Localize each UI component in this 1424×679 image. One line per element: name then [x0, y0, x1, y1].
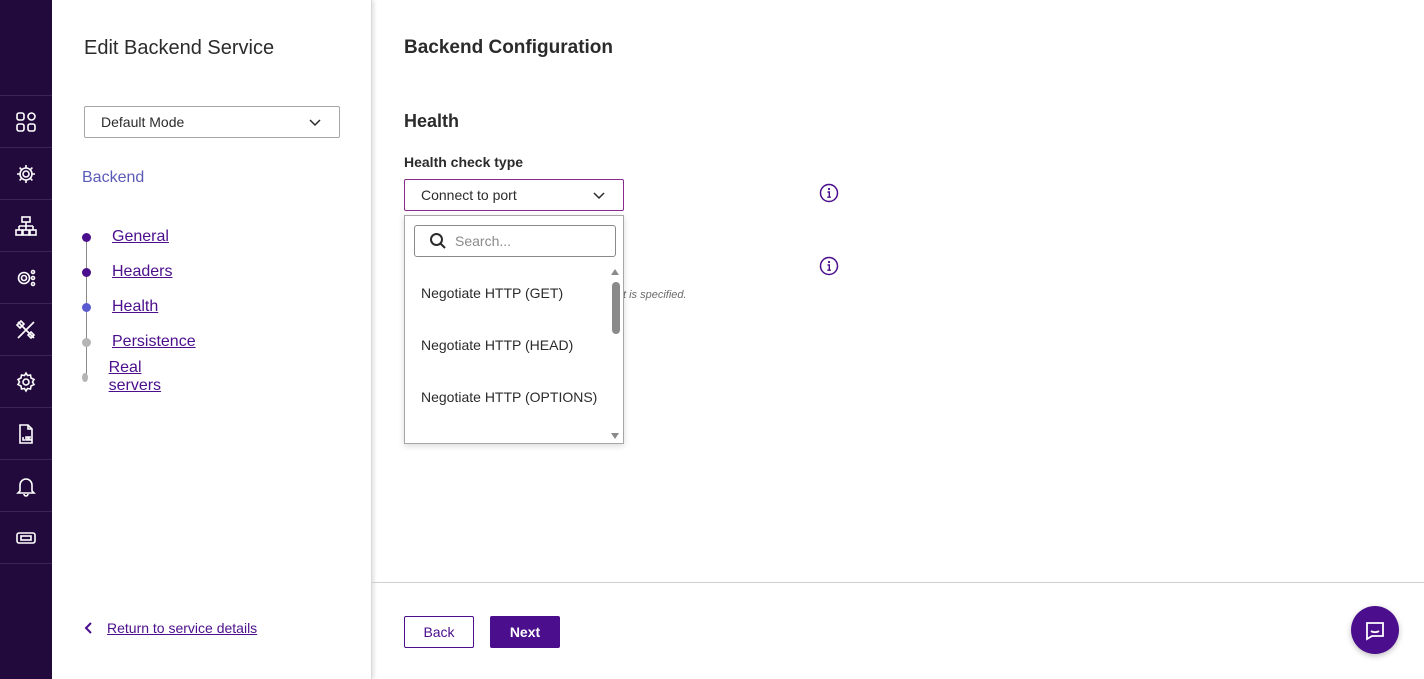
step-headers: Headers — [82, 260, 172, 284]
nav-dashboard[interactable] — [0, 95, 52, 147]
scroll-up-arrow-icon[interactable] — [611, 269, 619, 275]
page-title: Backend Configuration — [404, 37, 614, 58]
dropdown-search-input[interactable] — [455, 233, 605, 249]
dropdown-scrollbar-thumb[interactable] — [612, 282, 620, 334]
step-dot-todo — [82, 372, 88, 382]
dropdown-option[interactable]: Negotiate HTTP (GET) — [421, 284, 601, 302]
health-check-type-select[interactable]: Connect to port — [404, 179, 624, 211]
step-dot-done — [82, 232, 91, 242]
side-panel: Edit Backend Service Default Mode Backen… — [52, 0, 372, 679]
network-icon — [15, 215, 37, 236]
services-gear-icon — [17, 164, 35, 183]
chevron-left-icon — [84, 622, 92, 634]
dropdown-option[interactable]: Negotiate HTTP (HEAD) — [421, 336, 601, 354]
scroll-down-arrow-icon[interactable] — [611, 433, 619, 439]
chevron-down-icon — [593, 192, 605, 200]
nav-tools[interactable] — [0, 303, 52, 355]
footer-divider — [372, 582, 1424, 583]
mode-select[interactable]: Default Mode — [84, 106, 340, 138]
nav-rail — [0, 0, 52, 679]
nav-notifications[interactable] — [0, 459, 52, 511]
section-title: Health — [404, 111, 460, 131]
license-ticket-icon — [16, 531, 36, 544]
step-health: Health — [82, 295, 158, 319]
section-label: Backend — [82, 169, 145, 186]
notifications-bell-icon — [16, 477, 36, 497]
dashboard-icon — [16, 111, 36, 132]
step-general: General — [82, 225, 169, 249]
health-check-type-dropdown: Negotiate HTTP (GET) Negotiate HTTP (HEA… — [404, 215, 624, 444]
nav-network[interactable] — [0, 199, 52, 251]
step-link-persistence[interactable]: Persistence — [112, 333, 196, 351]
nav-license[interactable] — [0, 511, 52, 563]
step-persistence: Persistence — [82, 330, 196, 354]
step-dot-todo — [82, 337, 91, 347]
nav-cluster-settings[interactable] — [0, 251, 52, 303]
dropdown-option[interactable]: Negotiate HTTP (OPTIONS) — [421, 388, 601, 406]
cluster-settings-icon — [17, 269, 36, 286]
info-icon[interactable] — [819, 183, 839, 203]
settings-gear-icon — [16, 370, 36, 393]
dropdown-search — [414, 225, 616, 257]
chat-launcher-button[interactable] — [1351, 606, 1399, 654]
panel-title: Edit Backend Service — [84, 37, 275, 59]
return-to-service-link[interactable]: Return to service details — [82, 620, 257, 636]
chevron-down-icon — [309, 119, 321, 127]
field-hint: t is specified. — [623, 289, 687, 301]
nav-settings[interactable] — [0, 355, 52, 407]
step-link-real-servers[interactable]: Real servers — [109, 359, 165, 395]
step-dot-current — [82, 302, 91, 312]
next-button[interactable]: Next — [490, 616, 560, 648]
health-check-type-value: Connect to port — [421, 187, 517, 203]
back-button[interactable]: Back — [404, 616, 474, 648]
log-file-icon — [19, 423, 33, 444]
nav-services[interactable] — [0, 147, 52, 199]
mode-select-value: Default Mode — [101, 114, 185, 130]
step-real-servers: Real servers — [82, 359, 164, 394]
chat-icon — [1366, 622, 1384, 641]
step-dot-done — [82, 267, 91, 277]
health-check-type-label: Health check type — [404, 154, 524, 170]
return-link-label: Return to service details — [107, 620, 258, 636]
step-link-general[interactable]: General — [112, 228, 169, 246]
nav-logs[interactable] — [0, 407, 52, 459]
step-link-headers[interactable]: Headers — [112, 263, 172, 281]
step-link-health[interactable]: Health — [112, 298, 158, 316]
search-icon — [430, 233, 446, 249]
tools-icon — [15, 319, 36, 339]
info-icon[interactable] — [819, 256, 839, 276]
rail-divider — [0, 563, 52, 564]
